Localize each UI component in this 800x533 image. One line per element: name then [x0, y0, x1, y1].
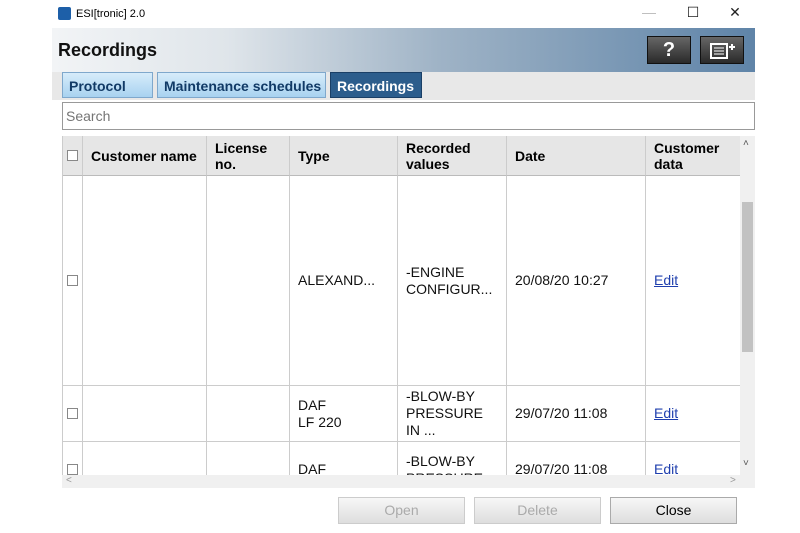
scroll-left-icon[interactable]: <: [66, 475, 72, 486]
table-cell: DAF LF 220: [290, 386, 398, 442]
table-cell: [207, 442, 290, 475]
table-cell: ALEXAND...: [290, 176, 398, 386]
row-checkbox[interactable]: [63, 442, 83, 475]
tab-recordings[interactable]: Recordings: [330, 72, 422, 98]
title-bar: ESI[tronic] 2.0 — ☐ ✕: [52, 0, 755, 28]
table-cell: [83, 176, 207, 386]
close-window-button[interactable]: ✕: [720, 4, 750, 24]
cell-date: 29/07/20 11:08: [515, 461, 608, 475]
list-export-icon: [710, 43, 735, 59]
scroll-down-icon[interactable]: ˅: [743, 458, 749, 469]
scroll-right-icon[interactable]: >: [730, 475, 736, 486]
table-cell: Edit: [646, 176, 740, 386]
column-header[interactable]: Type: [290, 136, 398, 176]
table-cell: [83, 386, 207, 442]
recordings-table: Customer name License no. Type Recorded …: [62, 136, 740, 475]
row-checkbox[interactable]: [63, 386, 83, 442]
cell-date: 20/08/20 10:27: [515, 272, 609, 288]
edit-link[interactable]: Edit: [654, 461, 678, 475]
cell-recorded: -BLOW-BY PRESSURE IN ...: [406, 388, 484, 438]
table-cell: Edit: [646, 442, 740, 475]
edit-link[interactable]: Edit: [654, 405, 678, 422]
vertical-scrollbar[interactable]: ˄ ˅: [740, 136, 755, 475]
cell-date: 29/07/20 11:08: [515, 405, 608, 421]
table-cell: [207, 386, 290, 442]
cell-type: DAF: [298, 461, 326, 475]
help-button[interactable]: ?: [647, 36, 691, 64]
minimize-button[interactable]: —: [634, 4, 664, 24]
table-cell: 29/07/20 11:08: [507, 386, 646, 442]
tab-protocol[interactable]: Protocol: [62, 72, 153, 98]
cell-recorded: -ENGINE CONFIGUR...: [406, 263, 493, 297]
page-header: Recordings ?: [52, 28, 755, 72]
table-cell: 20/08/20 10:27: [507, 176, 646, 386]
app-icon: [58, 7, 71, 20]
tab-bar: Protocol Maintenance schedules Recording…: [52, 72, 755, 100]
select-all-checkbox[interactable]: [63, 136, 83, 176]
tab-maintenance-schedules[interactable]: Maintenance schedules: [157, 72, 326, 98]
scroll-thumb[interactable]: [742, 202, 753, 352]
delete-button[interactable]: Delete: [474, 497, 601, 524]
cell-type: DAF LF 220: [298, 396, 342, 430]
page-title: Recordings: [58, 40, 158, 60]
table-cell: DAF: [290, 442, 398, 475]
cell-type: ALEXAND...: [298, 272, 376, 288]
column-header[interactable]: Customer name: [83, 136, 207, 176]
column-header[interactable]: Customer data: [646, 136, 740, 176]
search-input[interactable]: [62, 102, 755, 130]
menu-button[interactable]: [700, 36, 744, 64]
column-header[interactable]: License no.: [207, 136, 290, 176]
scroll-up-icon[interactable]: ˄: [743, 138, 749, 149]
table-cell: -BLOW-BY PRESSURE IN ...: [398, 386, 507, 442]
table-cell: [207, 176, 290, 386]
close-button[interactable]: Close: [610, 497, 737, 524]
cell-recorded: -BLOW-BY PRESSURE: [406, 452, 483, 476]
horizontal-scrollbar[interactable]: < >: [62, 475, 755, 488]
maximize-button[interactable]: ☐: [678, 4, 708, 24]
column-header[interactable]: Recorded values: [398, 136, 507, 176]
table-cell: -BLOW-BY PRESSURE: [398, 442, 507, 475]
table-cell: -ENGINE CONFIGUR...: [398, 176, 507, 386]
window-title: ESI[tronic] 2.0: [76, 8, 146, 20]
table-cell: 29/07/20 11:08: [507, 442, 646, 475]
column-header[interactable]: Date: [507, 136, 646, 176]
table-cell: [83, 442, 207, 475]
edit-link[interactable]: Edit: [654, 272, 678, 289]
row-checkbox[interactable]: [63, 176, 83, 386]
open-button[interactable]: Open: [338, 497, 465, 524]
table-cell: Edit: [646, 386, 740, 442]
